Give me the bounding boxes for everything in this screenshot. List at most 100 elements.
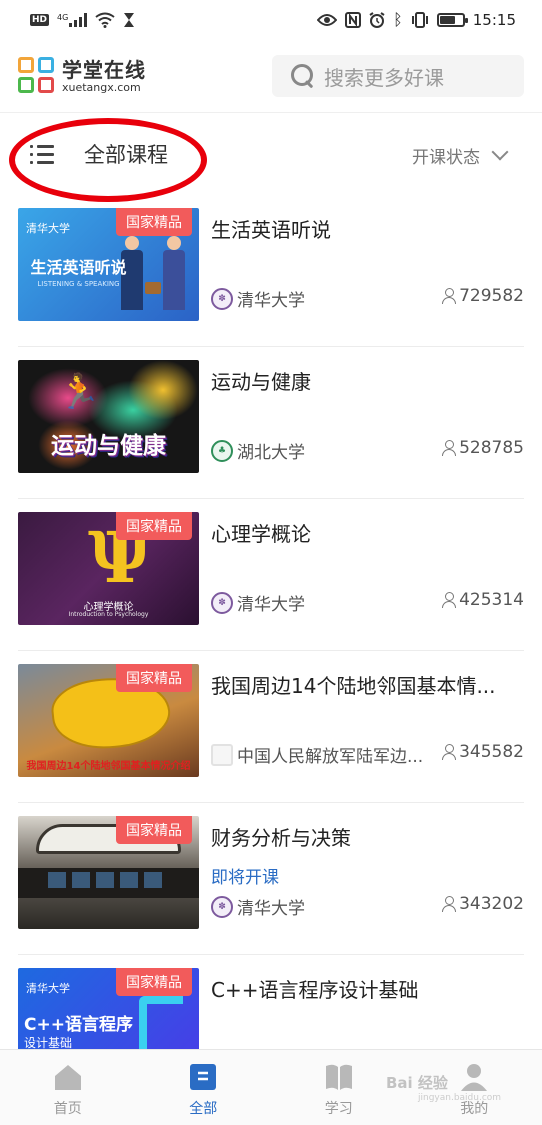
hd-badge: HD — [30, 14, 50, 26]
school-name: 清华大学 — [237, 899, 305, 919]
enrollment-count: 345582 — [442, 742, 524, 762]
course-thumbnail: 国家精品 — [18, 816, 199, 929]
thumb-brand: 清华大学 — [26, 222, 70, 235]
course-status-dropdown[interactable]: 开课状态 — [412, 143, 509, 168]
filter-bar: 全部课程 开课状态 — [0, 113, 542, 202]
search-placeholder: 搜索更多好课 — [324, 65, 444, 90]
status-left: HD 4G — [30, 12, 135, 28]
course-status-label: 开课状态 — [412, 148, 480, 168]
logo-domain: xuetangx.com — [62, 81, 141, 94]
course-thumbnail: 🏃 运动与健康 — [18, 360, 199, 473]
signal-icon — [69, 13, 88, 27]
enrollment-count: 425314 — [442, 590, 524, 610]
tab-label: 学习 — [324, 1101, 353, 1117]
course-thumbnail: Ψ 心理学概论 Introduction to Psychology 国家精品 — [18, 512, 199, 625]
course-school: ✽ 清华大学 — [211, 590, 305, 615]
nfc-icon — [345, 12, 362, 28]
army-academy-logo-icon — [211, 743, 233, 766]
course-item[interactable]: Ψ 心理学概论 Introduction to Psychology 国家精品 … — [18, 499, 524, 651]
tab-label: 全部 — [189, 1101, 218, 1117]
course-school: ♣ 湖北大学 — [211, 438, 305, 463]
tsinghua-seal-icon: ✽ — [211, 287, 233, 310]
user-icon — [442, 592, 457, 608]
alarm-icon — [369, 12, 385, 28]
logo-title: 学堂在线 — [62, 58, 146, 82]
paint-splash — [128, 360, 198, 420]
eye-icon — [317, 14, 338, 26]
school-name: 中国人民解放军陆军边... — [237, 747, 424, 767]
thumb-brand: 清华大学 — [26, 982, 70, 995]
thumb-title: 我国周边14个陆地邻国基本情况介绍 — [26, 761, 191, 772]
user-icon — [442, 440, 457, 456]
course-thumbnail: 清华大学 生活英语听说 LISTENING & SPEAKING 国家精品 — [18, 208, 199, 321]
course-item[interactable]: 清华大学 生活英语听说 LISTENING & SPEAKING 国家精品 生活… — [18, 195, 524, 347]
cell-signal: 4G — [57, 13, 88, 27]
app-logo[interactable]: 学堂在线 xuetangx.com — [18, 57, 146, 95]
course-school: ✽ 清华大学 — [211, 894, 305, 919]
thumb-title: 生活英语听说 — [30, 258, 127, 277]
app-header: 学堂在线 xuetangx.com 搜索更多好课 — [0, 40, 542, 112]
thumb-subtitle: Introduction to Psychology — [68, 611, 149, 618]
logo-mark-icon — [18, 57, 56, 95]
national-quality-badge: 国家精品 — [116, 664, 192, 692]
enrollment-number: 528785 — [459, 438, 524, 458]
course-title: 生活英语听说 — [211, 218, 331, 242]
course-item[interactable]: 我国周边14个陆地邻国基本情况介绍 国家精品 我国周边14个陆地邻国基本情...… — [18, 651, 524, 803]
athlete-silhouettes: 🏃 — [58, 372, 109, 412]
wifi-icon — [95, 12, 115, 28]
tab-all[interactable]: 全部 — [136, 1050, 272, 1125]
watermark-brand: Bai 经验 — [386, 1074, 448, 1092]
enrollment-number: 343202 — [459, 894, 524, 914]
bluetooth-icon: ᛒ — [393, 10, 403, 29]
hubei-seal-icon: ♣ — [211, 439, 233, 462]
upcoming-status: 即将开课 — [211, 868, 279, 888]
course-title: 我国周边14个陆地邻国基本情... — [211, 674, 496, 698]
home-icon — [54, 1065, 81, 1090]
user-icon — [442, 896, 457, 912]
course-thumbnail: 我国周边14个陆地邻国基本情况介绍 国家精品 — [18, 664, 199, 777]
tab-label: 首页 — [53, 1101, 82, 1117]
enrollment-count: 343202 — [442, 894, 524, 914]
search-icon — [290, 63, 316, 89]
enrollment-count: 528785 — [442, 438, 524, 458]
watermark-url: jingyan.baidu.com — [418, 1093, 502, 1103]
school-name: 清华大学 — [237, 595, 305, 615]
enrollment-number: 345582 — [459, 742, 524, 762]
national-quality-badge: 国家精品 — [116, 512, 192, 540]
thumb-title: C++语言程序 — [24, 1015, 133, 1035]
course-title: C++语言程序设计基础 — [211, 978, 419, 1002]
clock: 15:15 — [472, 11, 516, 29]
book-icon — [325, 1064, 352, 1090]
status-right: ᛒ 15:15 — [317, 11, 516, 29]
enrollment-number: 425314 — [459, 590, 524, 610]
course-list: 清华大学 生活英语听说 LISTENING & SPEAKING 国家精品 生活… — [18, 195, 524, 1107]
national-quality-badge: 国家精品 — [116, 816, 192, 844]
highlight-ring — [9, 118, 207, 202]
network-type: 4G — [57, 13, 69, 22]
user-icon — [442, 744, 457, 760]
tab-home[interactable]: 首页 — [0, 1050, 136, 1125]
logo-text: 学堂在线 xuetangx.com — [62, 58, 146, 94]
course-school: ✽ 清华大学 — [211, 286, 305, 311]
course-title: 心理学概论 — [211, 522, 311, 546]
course-title: 财务分析与决策 — [211, 826, 351, 850]
cockpit-screens — [48, 872, 168, 888]
status-bar: HD 4G ᛒ 15:15 — [0, 0, 542, 40]
hourglass-icon — [124, 13, 135, 27]
national-quality-badge: 国家精品 — [116, 208, 192, 236]
thumb-title: 运动与健康 — [51, 433, 166, 459]
course-school: 中国人民解放军陆军边... — [211, 742, 436, 767]
vibrate-icon — [411, 12, 428, 28]
chevron-down-icon — [491, 143, 509, 160]
battery-level — [439, 16, 456, 24]
thumb-subtitle: LISTENING & SPEAKING — [37, 280, 120, 288]
battery-icon — [436, 13, 468, 27]
watermark: Bai 经验 jingyan.baidu.com — [386, 1072, 501, 1103]
tsinghua-seal-icon: ✽ — [211, 895, 233, 918]
search-box[interactable]: 搜索更多好课 — [272, 55, 524, 97]
school-name: 清华大学 — [237, 291, 305, 311]
course-item[interactable]: 🏃 运动与健康 运动与健康 ♣ 湖北大学 528785 — [18, 347, 524, 499]
enrollment-count: 729582 — [442, 286, 524, 306]
course-item[interactable]: 国家精品 财务分析与决策 即将开课 ✽ 清华大学 343202 — [18, 803, 524, 955]
enrollment-number: 729582 — [459, 286, 524, 306]
